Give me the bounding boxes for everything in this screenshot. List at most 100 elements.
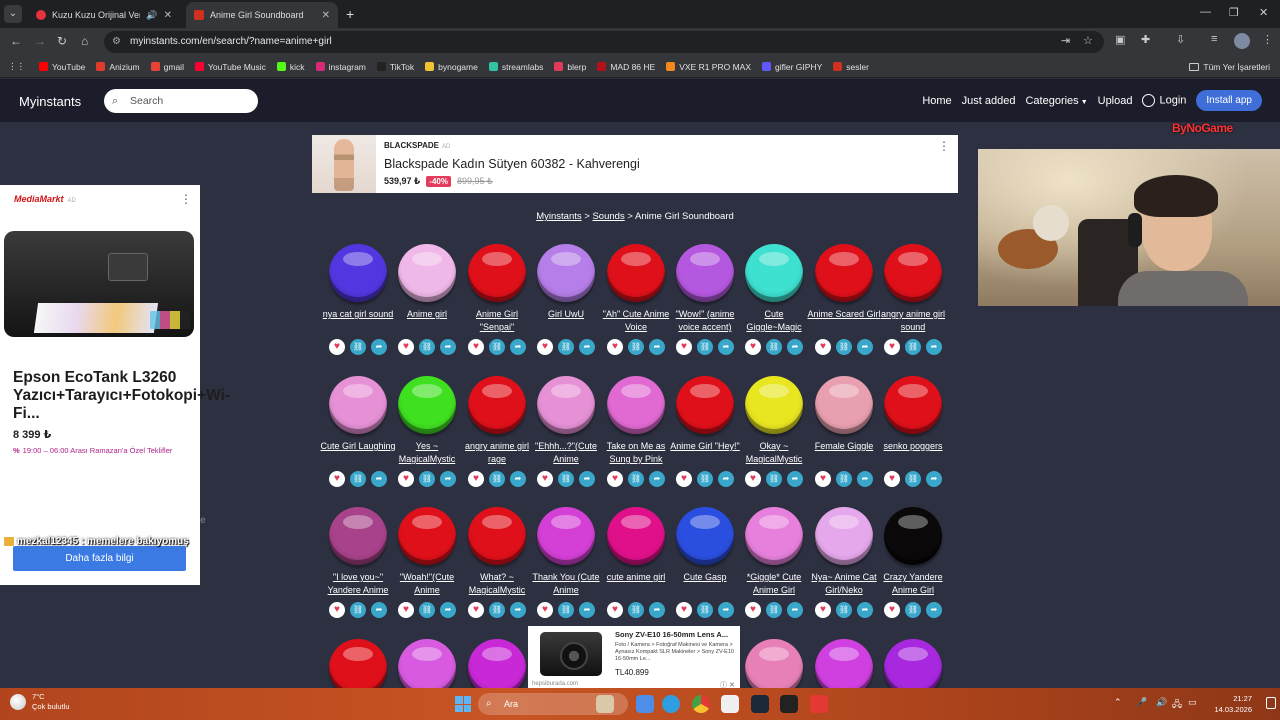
speaker-icon[interactable]: 🔊 (1156, 697, 1167, 708)
sound-play-button[interactable] (815, 244, 873, 302)
sound-play-button[interactable] (468, 244, 526, 302)
sound-play-button[interactable] (607, 244, 665, 302)
sound-play-button[interactable] (468, 376, 526, 434)
reload-icon[interactable]: ↻ (57, 34, 67, 48)
share-icon[interactable]: ➦ (718, 602, 734, 618)
share-icon[interactable]: ➦ (440, 471, 456, 487)
copy-link-icon[interactable]: ⛓ (350, 339, 366, 355)
favorite-heart-icon[interactable]: ♥ (815, 339, 831, 355)
favorite-heart-icon[interactable]: ♥ (607, 602, 623, 618)
ad-options-icon[interactable]: ⋮ (938, 139, 950, 153)
bookmark-item[interactable]: sesler (833, 62, 869, 72)
sound-play-button[interactable] (537, 244, 595, 302)
sound-play-button[interactable] (398, 639, 456, 688)
restore-icon[interactable]: ❐ (1229, 6, 1239, 19)
sound-play-button[interactable] (676, 376, 734, 434)
bookmark-item[interactable]: bynogame (425, 62, 478, 72)
sound-name-link[interactable]: Anime Girl "Hey!" (667, 440, 743, 466)
share-icon[interactable]: ➦ (579, 602, 595, 618)
bookmark-item[interactable]: kick (276, 62, 305, 72)
share-icon[interactable]: ➦ (510, 471, 526, 487)
copy-link-icon[interactable]: ⛓ (766, 602, 782, 618)
extension-icon[interactable]: ▣ (1115, 33, 1125, 46)
close-tab-icon[interactable]: ✕ (322, 10, 330, 21)
bookmark-item[interactable]: gmail (150, 62, 184, 72)
favorite-heart-icon[interactable]: ♥ (745, 339, 761, 355)
favorite-heart-icon[interactable]: ♥ (745, 602, 761, 618)
bookmark-item[interactable]: instagram (315, 62, 366, 72)
nav-just-added[interactable]: Just added (962, 95, 1016, 107)
copy-link-icon[interactable]: ⛓ (697, 471, 713, 487)
share-icon[interactable]: ➦ (579, 339, 595, 355)
tab-anime-girl-soundboard[interactable]: Anime Girl Soundboard - Instant ✕ (186, 2, 338, 28)
breadcrumb-sounds[interactable]: Sounds (592, 211, 624, 222)
share-icon[interactable]: ➦ (926, 339, 942, 355)
system-clock[interactable]: 21:27 14.03.2026 (1206, 693, 1252, 715)
copy-link-icon[interactable]: ⛓ (628, 471, 644, 487)
profile-avatar[interactable] (1234, 33, 1250, 49)
bookmark-item[interactable]: YouTube (39, 62, 85, 72)
favorite-heart-icon[interactable]: ♥ (607, 339, 623, 355)
sound-play-button[interactable] (329, 639, 387, 688)
home-icon[interactable]: ⌂ (81, 34, 88, 48)
share-icon[interactable]: ➦ (510, 602, 526, 618)
back-icon[interactable]: ← (10, 34, 22, 48)
favorite-heart-icon[interactable]: ♥ (607, 471, 623, 487)
share-icon[interactable]: ➦ (857, 339, 873, 355)
sound-name-link[interactable]: Cute Gasp (667, 571, 743, 597)
sound-name-link[interactable]: Nya~ Anime Cat Girl/Neko (806, 571, 882, 597)
sound-name-link[interactable]: Girl UwU (528, 308, 604, 334)
copy-link-icon[interactable]: ⛓ (419, 471, 435, 487)
share-icon[interactable]: ➦ (510, 339, 526, 355)
bookmark-item[interactable]: streamlabs (488, 62, 543, 72)
sound-play-button[interactable] (884, 376, 942, 434)
tray-chevron-up-icon[interactable]: ⌃ (1114, 697, 1122, 708)
copy-link-icon[interactable]: ⛓ (836, 471, 852, 487)
favorite-heart-icon[interactable]: ♥ (676, 471, 692, 487)
sound-name-link[interactable]: angry anime girl sound (875, 308, 951, 334)
sound-play-button[interactable] (884, 244, 942, 302)
sound-play-button[interactable] (468, 507, 526, 565)
apps-grid-icon[interactable]: ⋮⋮ (8, 61, 25, 72)
favorite-heart-icon[interactable]: ♥ (815, 471, 831, 487)
close-tab-icon[interactable]: ✕ (164, 10, 172, 21)
copy-link-icon[interactable]: ⛓ (628, 339, 644, 355)
sound-name-link[interactable]: "I love you~" Yandere Anime (320, 571, 396, 597)
favorite-heart-icon[interactable]: ♥ (468, 602, 484, 618)
sound-name-link[interactable]: Take on Me as Sung by Pink (598, 440, 674, 466)
sound-name-link[interactable]: Yes ~ MagicalMystic (389, 440, 465, 466)
favorite-heart-icon[interactable]: ♥ (884, 471, 900, 487)
site-info-icon[interactable]: ⚙ (112, 31, 121, 53)
favorite-heart-icon[interactable]: ♥ (329, 602, 345, 618)
favorite-heart-icon[interactable]: ♥ (398, 602, 414, 618)
copy-link-icon[interactable]: ⛓ (905, 339, 921, 355)
sound-name-link[interactable]: "Wow!" (anime voice accent) (667, 308, 743, 334)
share-icon[interactable]: ➦ (857, 471, 873, 487)
start-button[interactable] (455, 696, 471, 712)
share-icon[interactable]: ➦ (926, 471, 942, 487)
sound-play-button[interactable] (329, 507, 387, 565)
favorite-heart-icon[interactable]: ♥ (468, 471, 484, 487)
microphone-icon[interactable]: 🎤 (1136, 697, 1147, 708)
sound-name-link[interactable]: nya cat girl sound (320, 308, 396, 334)
speaker-icon[interactable]: 🔊 (146, 10, 157, 21)
share-icon[interactable]: ➦ (649, 602, 665, 618)
share-icon[interactable]: ➦ (718, 339, 734, 355)
bookmark-item[interactable]: YouTube Music (194, 62, 266, 72)
bookmark-star-icon[interactable]: ☆ (1083, 34, 1093, 47)
weather-widget[interactable]: 7°C Çok bulutlu (10, 692, 70, 712)
install-app-button[interactable]: Install app (1196, 90, 1262, 111)
sound-name-link[interactable]: Cute Giggle~Magic (736, 308, 812, 334)
copy-link-icon[interactable]: ⛓ (697, 602, 713, 618)
share-icon[interactable]: ➦ (440, 602, 456, 618)
sound-play-button[interactable] (329, 376, 387, 434)
network-icon[interactable]: 🖧 (1172, 697, 1182, 713)
sound-play-button[interactable] (398, 244, 456, 302)
share-icon[interactable]: ➦ (857, 602, 873, 618)
battery-icon[interactable]: ▭ (1188, 697, 1197, 708)
new-tab-icon[interactable]: + (346, 6, 354, 22)
favorite-heart-icon[interactable]: ♥ (329, 339, 345, 355)
ad-close-icon[interactable]: ⓘ ✕ (720, 680, 735, 688)
minimize-icon[interactable]: — (1200, 6, 1211, 18)
copy-link-icon[interactable]: ⛓ (350, 471, 366, 487)
